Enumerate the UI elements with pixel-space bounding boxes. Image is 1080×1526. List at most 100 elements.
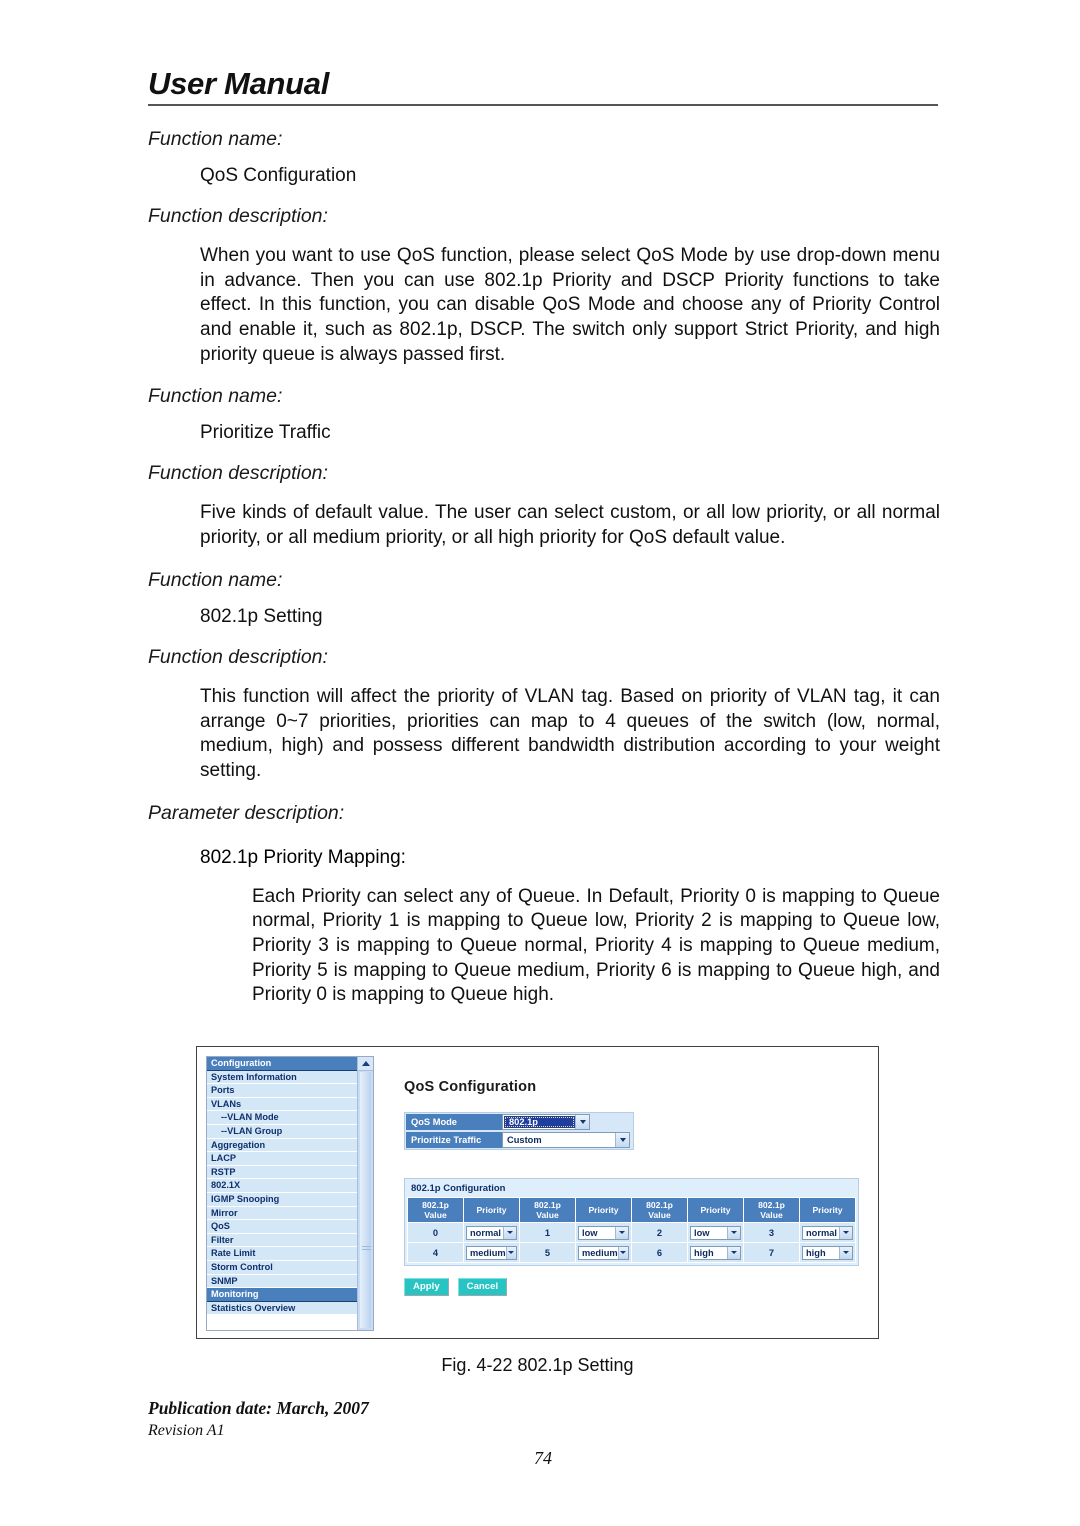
prioritize-traffic-row: Prioritize Traffic Custom [406,1132,632,1148]
priority-value-2: low [694,1227,710,1238]
sidebar-item-list: Configuration System Information Ports V… [207,1057,358,1330]
priority-select-2[interactable]: low [690,1225,741,1240]
sidebar-item-vlan-group[interactable]: --VLAN Group [207,1124,358,1139]
publication-date: Publication date: March, 2007 [148,1398,369,1418]
dot1p-value-7: 7 [743,1242,800,1263]
figure-4-22: Configuration System Information Ports V… [196,1046,882,1376]
dot1p-value-5: 5 [519,1242,576,1263]
qos-mode-select[interactable]: 802.1p [502,1114,590,1130]
sidebar-group-configuration[interactable]: Configuration [207,1057,358,1071]
prioritize-traffic-select[interactable]: Custom [502,1132,630,1148]
priority-select-3[interactable]: normal [802,1225,853,1240]
dot1p-value-3: 3 [743,1222,800,1243]
priority-select-6[interactable]: high [690,1245,741,1260]
table-row: 0 normal 1 low 2 low 3 normal [407,1222,856,1243]
priority-cell-6: high [687,1242,744,1263]
document-body: Function name: QoS Configuration Functio… [148,110,940,1008]
sidebar-item-rate-limit[interactable]: Rate Limit [207,1247,358,1261]
sidebar-item-vlan-mode[interactable]: --VLAN Mode [207,1111,358,1125]
sidebar-item-lacp[interactable]: LACP [207,1152,358,1166]
chevron-down-icon[interactable] [727,1246,740,1259]
apply-button[interactable]: Apply [404,1278,449,1296]
function-description-label-2: Function description: [148,462,328,485]
parameter-description-text: Each Priority can select any of Queue. I… [252,885,940,1006]
dot1p-value-4: 4 [407,1242,464,1263]
sidebar-item-storm-control[interactable]: Storm Control [207,1260,358,1275]
chevron-up-icon [361,1061,370,1066]
sidebar-group-monitoring[interactable]: Monitoring [207,1288,358,1302]
panel-heading: QoS Configuration [404,1079,537,1095]
priority-select-7[interactable]: high [802,1245,853,1260]
chevron-down-icon[interactable] [839,1226,852,1239]
col-header-value-2: 802.1p Value [519,1197,576,1223]
page-number: 74 [534,1448,552,1468]
dot1p-table-title: 802.1p Configuration [407,1181,856,1197]
chevron-down-icon[interactable] [575,1115,589,1129]
sidebar-item-ports[interactable]: Ports [207,1084,358,1098]
priority-value-4: medium [470,1247,506,1258]
chevron-down-icon[interactable] [617,1246,628,1259]
function-description-text-2: Five kinds of default value. The user ca… [200,502,940,549]
chevron-down-icon[interactable] [503,1226,516,1239]
prioritize-traffic-control: Custom [502,1132,632,1148]
priority-cell-2: low [687,1222,744,1243]
priority-value-7: high [806,1247,826,1258]
priority-select-5[interactable]: medium [578,1245,629,1260]
sidebar-item-igmp-snooping[interactable]: IGMP Snooping [207,1192,358,1207]
sidebar-item-802-1x[interactable]: 802.1X [207,1179,358,1193]
sidebar-scrollbar[interactable] [357,1057,373,1330]
col-header-line1: 802.1p [758,1200,785,1210]
priority-cell-7: high [799,1242,856,1263]
priority-cell-3: normal [799,1222,856,1243]
sidebar-item-system-information[interactable]: System Information [207,1070,358,1085]
chevron-down-icon[interactable] [615,1133,629,1147]
col-header-value-3: 802.1p Value [631,1197,688,1223]
sidebar-item-vlans[interactable]: VLANs [207,1097,358,1112]
function-name-value-2: Prioritize Traffic [200,422,331,444]
function-description-label-3: Function description: [148,645,328,668]
chevron-down-icon[interactable] [727,1226,740,1239]
scroll-up-button[interactable] [358,1057,373,1071]
sidebar-item-mirror[interactable]: Mirror [207,1206,358,1221]
parameter-subheading: 802.1p Priority Mapping: [200,846,406,868]
table-head: 802.1p Value Priority 802.1p Value Prior… [407,1197,856,1223]
scrollbar-thumb[interactable] [359,1071,373,1329]
chevron-down-glyph [843,1251,849,1254]
col-header-value-1: 802.1p Value [407,1197,464,1223]
function-name-label-2: Function name: [148,385,283,408]
chevron-down-icon[interactable] [615,1226,628,1239]
qos-mode-control: 802.1p [502,1114,632,1130]
col-header-line1: 802.1p [646,1200,673,1210]
sidebar-item-filter[interactable]: Filter [207,1233,358,1248]
chevron-down-icon[interactable] [505,1246,516,1259]
qos-mode-label: QoS Mode [406,1114,502,1130]
sidebar-item-statistics-overview[interactable]: Statistics Overview [207,1301,358,1316]
col-header-priority-2: Priority [575,1197,632,1223]
switch-navigation-sidebar: Configuration System Information Ports V… [206,1056,374,1331]
chevron-down-glyph [619,1231,625,1234]
dot1p-value-0: 0 [407,1222,464,1243]
function-description-text-3: This function will affect the priority o… [200,685,940,781]
sidebar-item-qos[interactable]: QoS [207,1220,358,1234]
page-header: User Manual [148,68,938,106]
chevron-down-glyph [731,1251,737,1254]
table-row: 4 medium 5 medium 6 high 7 high [407,1242,856,1263]
col-header-line1: 802.1p [534,1200,561,1210]
priority-select-1[interactable]: low [578,1225,629,1240]
table-header-row: 802.1p Value Priority 802.1p Value Prior… [407,1197,856,1223]
cancel-button[interactable]: Cancel [457,1278,508,1296]
priority-select-4[interactable]: medium [466,1245,517,1260]
col-header-value-4: 802.1p Value [743,1197,800,1223]
col-header-line1: 802.1p [422,1200,449,1210]
col-header-line2: Value [536,1210,559,1220]
priority-value-1: low [582,1227,598,1238]
chevron-down-icon[interactable] [839,1246,852,1259]
priority-select-0[interactable]: normal [466,1225,517,1240]
manual-page: User Manual Function name: QoS Configura… [0,0,1080,1526]
priority-cell-1: low [575,1222,632,1243]
sidebar-item-snmp[interactable]: SNMP [207,1274,358,1289]
priority-value-3: normal [806,1227,837,1238]
sidebar-item-aggregation[interactable]: Aggregation [207,1138,358,1153]
col-header-line2: Value [648,1210,671,1220]
sidebar-item-rstp[interactable]: RSTP [207,1165,358,1180]
